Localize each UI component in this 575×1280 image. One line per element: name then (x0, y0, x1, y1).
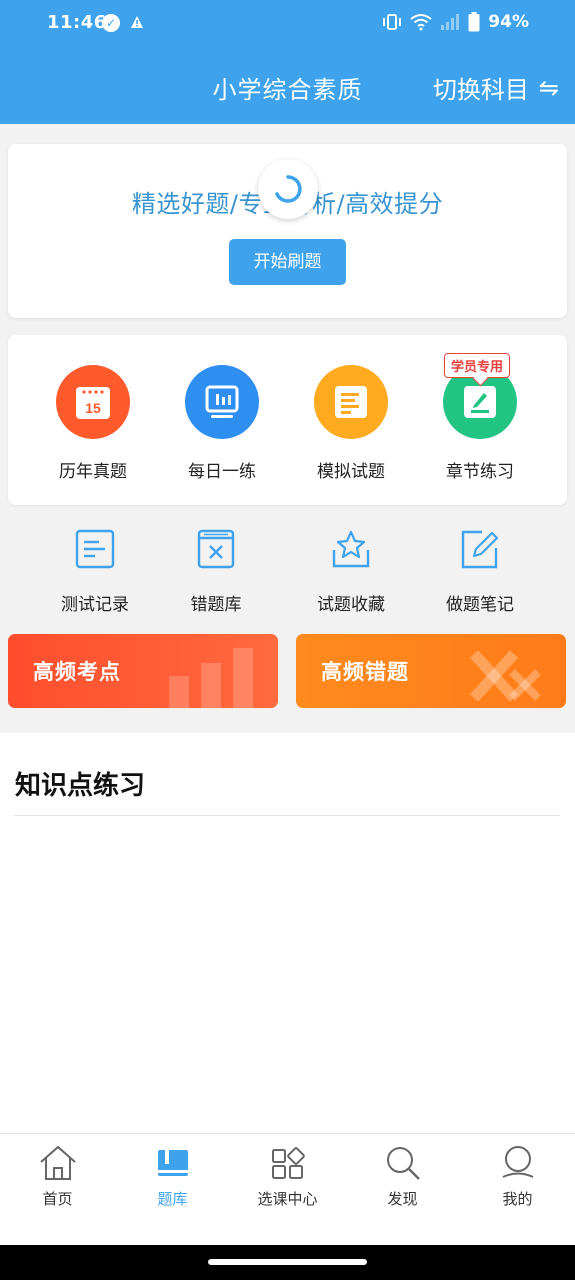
tool-label: 错题库 (190, 595, 242, 615)
home-icon (39, 1145, 76, 1180)
tool-label: 做题笔记 (446, 595, 514, 615)
bar-chart-icon (169, 648, 253, 708)
switch-subject-button[interactable]: 切换科目 ⇋ (433, 70, 559, 105)
signal-icon (441, 14, 460, 30)
home-gesture-handle[interactable] (208, 1259, 367, 1265)
tab-label: 题库 (157, 1190, 188, 1208)
tool-label: 测试记录 (61, 595, 129, 615)
tab-course-center[interactable]: 选课中心 (230, 1144, 345, 1209)
wifi-icon (410, 14, 432, 31)
tab-label: 发现 (387, 1190, 418, 1208)
battery-level: 94% (488, 12, 529, 32)
tool-label: 试题收藏 (317, 595, 385, 615)
status-time: 11:46 (47, 12, 107, 33)
profile-icon (502, 1146, 533, 1178)
loading-icon (275, 175, 302, 203)
grid-item-past-exams[interactable]: 15 历年真题 (33, 365, 153, 482)
wrong-box-icon (197, 529, 235, 569)
section-title: 知识点练习 (15, 771, 146, 801)
members-only-badge: 学员专用 (444, 353, 511, 378)
hero-card: 精选好题/专业解析/高效提分 开始刷题 (8, 144, 567, 318)
grid-item-mock-exams[interactable]: 模拟试题 (291, 365, 411, 482)
switch-subject-label: 切换科目 (432, 76, 529, 104)
tab-label: 首页 (42, 1190, 73, 1208)
grid-label: 每日一练 (188, 462, 256, 482)
search-icon (386, 1147, 420, 1180)
bottom-tab-bar: 首页 题库 选课中心 发现 我的 (0, 1133, 575, 1245)
start-practice-button[interactable]: 开始刷题 (229, 239, 346, 285)
system-nav-bar (0, 1245, 575, 1280)
cross-mark-icon (469, 650, 541, 702)
divider (14, 815, 560, 816)
knowledge-section: 知识点练习 (0, 733, 575, 1133)
tab-label: 选课中心 (257, 1190, 318, 1208)
app-header: 11:46 ✓ 94% 小学综合素质 切换科目 ⇋ (0, 0, 575, 124)
warning-icon (131, 16, 143, 28)
grid-label: 历年真题 (59, 462, 127, 482)
swap-icon: ⇋ (538, 73, 559, 102)
feature-grid: 15 历年真题 每日一练 模拟试题 章节练习 学员专用 (8, 335, 567, 505)
banner-label: 高频考点 (33, 660, 121, 684)
favorites-button[interactable]: 试题收藏 (291, 528, 411, 615)
grid-label: 章节练习 (446, 462, 514, 482)
tab-home[interactable]: 首页 (0, 1144, 115, 1209)
banner-label: 高频错题 (321, 660, 409, 684)
wrong-questions-button[interactable]: 错题库 (156, 528, 276, 615)
test-record-button[interactable]: 测试记录 (35, 528, 155, 615)
note-pen-icon (461, 530, 499, 569)
status-right: 94% (382, 12, 529, 32)
loading-spinner (258, 159, 318, 219)
tab-profile[interactable]: 我的 (460, 1144, 575, 1209)
calendar-icon: 15 (56, 365, 130, 439)
document-icon (314, 365, 388, 439)
tab-discover[interactable]: 发现 (345, 1144, 460, 1209)
apps-icon (271, 1147, 305, 1179)
vibrate-icon (383, 14, 402, 30)
check-icon: ✓ (102, 14, 120, 32)
star-box-icon (332, 530, 370, 568)
grid-label: 模拟试题 (317, 462, 385, 482)
status-bar: 11:46 ✓ 94% (0, 0, 575, 48)
question-bank-icon (157, 1150, 188, 1176)
tab-label: 我的 (502, 1190, 533, 1208)
chart-board-icon (185, 365, 259, 439)
notes-button[interactable]: 做题笔记 (420, 528, 540, 615)
battery-icon (468, 12, 480, 32)
high-frequency-errors-banner[interactable]: 高频错题 (296, 634, 566, 708)
high-frequency-points-banner[interactable]: 高频考点 (8, 634, 278, 708)
grid-item-daily-practice[interactable]: 每日一练 (162, 365, 282, 482)
calendar-day: 15 (85, 400, 101, 416)
record-icon (75, 529, 115, 569)
tab-question-bank[interactable]: 题库 (115, 1144, 230, 1209)
